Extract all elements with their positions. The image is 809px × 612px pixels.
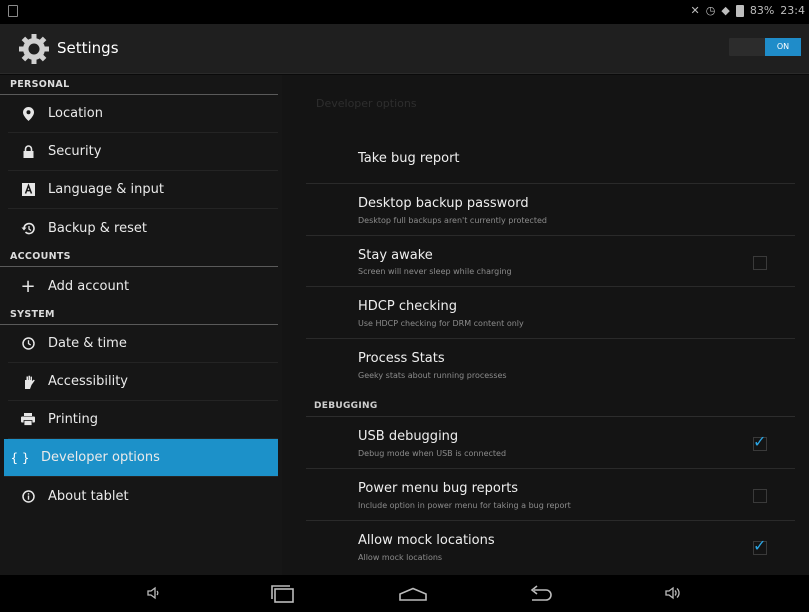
sidebar-item-add-account[interactable]: + Add account [8,267,278,305]
sidebar-item-label: Printing [48,412,99,427]
option-subtitle: Desktop full backups aren't currently pr… [358,216,547,225]
battery-icon [735,4,744,17]
sidebar-item-printing[interactable]: Printing [8,401,278,439]
sidebar-item-backup[interactable]: Backup & reset [8,209,278,247]
sidebar-item-developer-options[interactable]: { } Developer options [4,439,278,477]
category-divider [306,416,795,417]
mute-icon: ✕ [690,4,700,17]
option-subtitle: Screen will never sleep while charging [358,267,512,276]
power-menu-bug-reports-checkbox[interactable] [753,489,767,503]
option-title: Allow mock locations [358,533,495,548]
clock-time: 23:4 [780,4,805,17]
alarm-icon: ◷ [705,4,716,17]
status-bar: ✕ ◷ ◆ 83% 23:4 [0,0,809,24]
volume-up-icon[interactable] [664,585,682,601]
category-system: SYSTEM [0,305,278,325]
braces-icon: { } [10,450,30,465]
option-hdcp-checking[interactable]: HDCP checking Use HDCP checking for DRM … [306,288,795,339]
option-title: HDCP checking [358,299,457,314]
option-process-stats[interactable]: Process Stats Geeky stats about running … [306,340,795,392]
action-bar: Settings ON [0,24,809,74]
category-accounts: ACCOUNTS [0,247,278,267]
option-subtitle: Geeky stats about running processes [358,371,507,380]
notification-icon [8,5,18,17]
panel-header: Developer options [316,97,417,110]
sidebar-item-label: Language & input [48,182,164,197]
option-title: Take bug report [358,151,460,166]
volume-down-icon[interactable] [146,585,162,601]
settings-sidebar: PERSONAL Location Security Language & in… [0,75,282,575]
sidebar-item-location[interactable]: Location [8,95,278,133]
option-subtitle: Debug mode when USB is connected [358,449,507,458]
sidebar-item-label: Backup & reset [48,220,147,236]
option-subtitle: Use HDCP checking for DRM content only [358,319,524,328]
category-personal: PERSONAL [0,75,278,95]
sidebar-item-label: Date & time [48,336,127,351]
home-icon[interactable] [397,587,429,601]
clock-icon [21,336,35,352]
lock-icon [21,144,35,160]
option-stay-awake[interactable]: Stay awake Screen will never sleep while… [306,237,795,287]
sidebar-item-language[interactable]: Language & input [8,171,278,209]
option-take-bug-report[interactable]: Take bug report [306,138,795,184]
sidebar-item-accessibility[interactable]: Accessibility [8,363,278,401]
option-title: Process Stats [358,351,445,366]
status-icons: ✕ ◷ ◆ 83% 23:4 [691,4,805,17]
keyboard-a-icon [21,182,35,198]
sidebar-item-label: Security [48,144,102,159]
option-title: Power menu bug reports [358,481,519,496]
printer-icon [21,412,35,428]
developer-options-toggle[interactable]: ON [729,38,801,56]
usb-debugging-checkbox[interactable] [753,432,767,451]
sidebar-item-label: Developer options [41,450,160,465]
option-subtitle: Allow mock locations [358,553,443,562]
wifi-icon: ◆ [721,4,730,17]
restore-icon [21,220,35,236]
category-debugging: DEBUGGING [314,401,378,411]
stay-awake-checkbox[interactable] [753,256,767,270]
option-title: Stay awake [358,248,433,263]
allow-mock-locations-checkbox[interactable] [753,536,767,555]
option-allow-mock-locations[interactable]: Allow mock locations Allow mock location… [306,522,795,575]
option-power-menu-bug-reports[interactable]: Power menu bug reports Include option in… [306,470,795,521]
back-icon[interactable] [526,585,552,603]
location-pin-icon [21,106,35,122]
option-title: Desktop backup password [358,196,529,211]
sidebar-item-label: About tablet [48,488,129,504]
sidebar-item-label: Accessibility [48,374,128,389]
toggle-on-label: ON [765,38,801,56]
settings-gear-icon[interactable] [18,33,50,65]
info-icon [21,488,35,504]
sidebar-item-label: Add account [48,278,130,294]
sidebar-item-security[interactable]: Security [8,133,278,171]
hand-icon [21,374,35,390]
plus-icon: + [20,275,36,297]
option-subtitle: Include option in power menu for taking … [358,501,571,510]
app-title: Settings [57,39,119,57]
sidebar-item-about-tablet[interactable]: About tablet [8,477,278,515]
recent-apps-icon[interactable] [270,585,296,603]
sidebar-item-label: Location [48,106,103,121]
option-desktop-backup-password[interactable]: Desktop backup password Desktop full bac… [306,185,795,236]
navigation-bar [0,575,809,612]
option-title: USB debugging [358,429,459,444]
developer-options-panel: Developer options Take bug report Deskto… [282,75,809,575]
option-usb-debugging[interactable]: USB debugging Debug mode when USB is con… [306,418,795,469]
battery-percent: 83% [749,4,775,17]
sidebar-item-date-time[interactable]: Date & time [8,325,278,363]
